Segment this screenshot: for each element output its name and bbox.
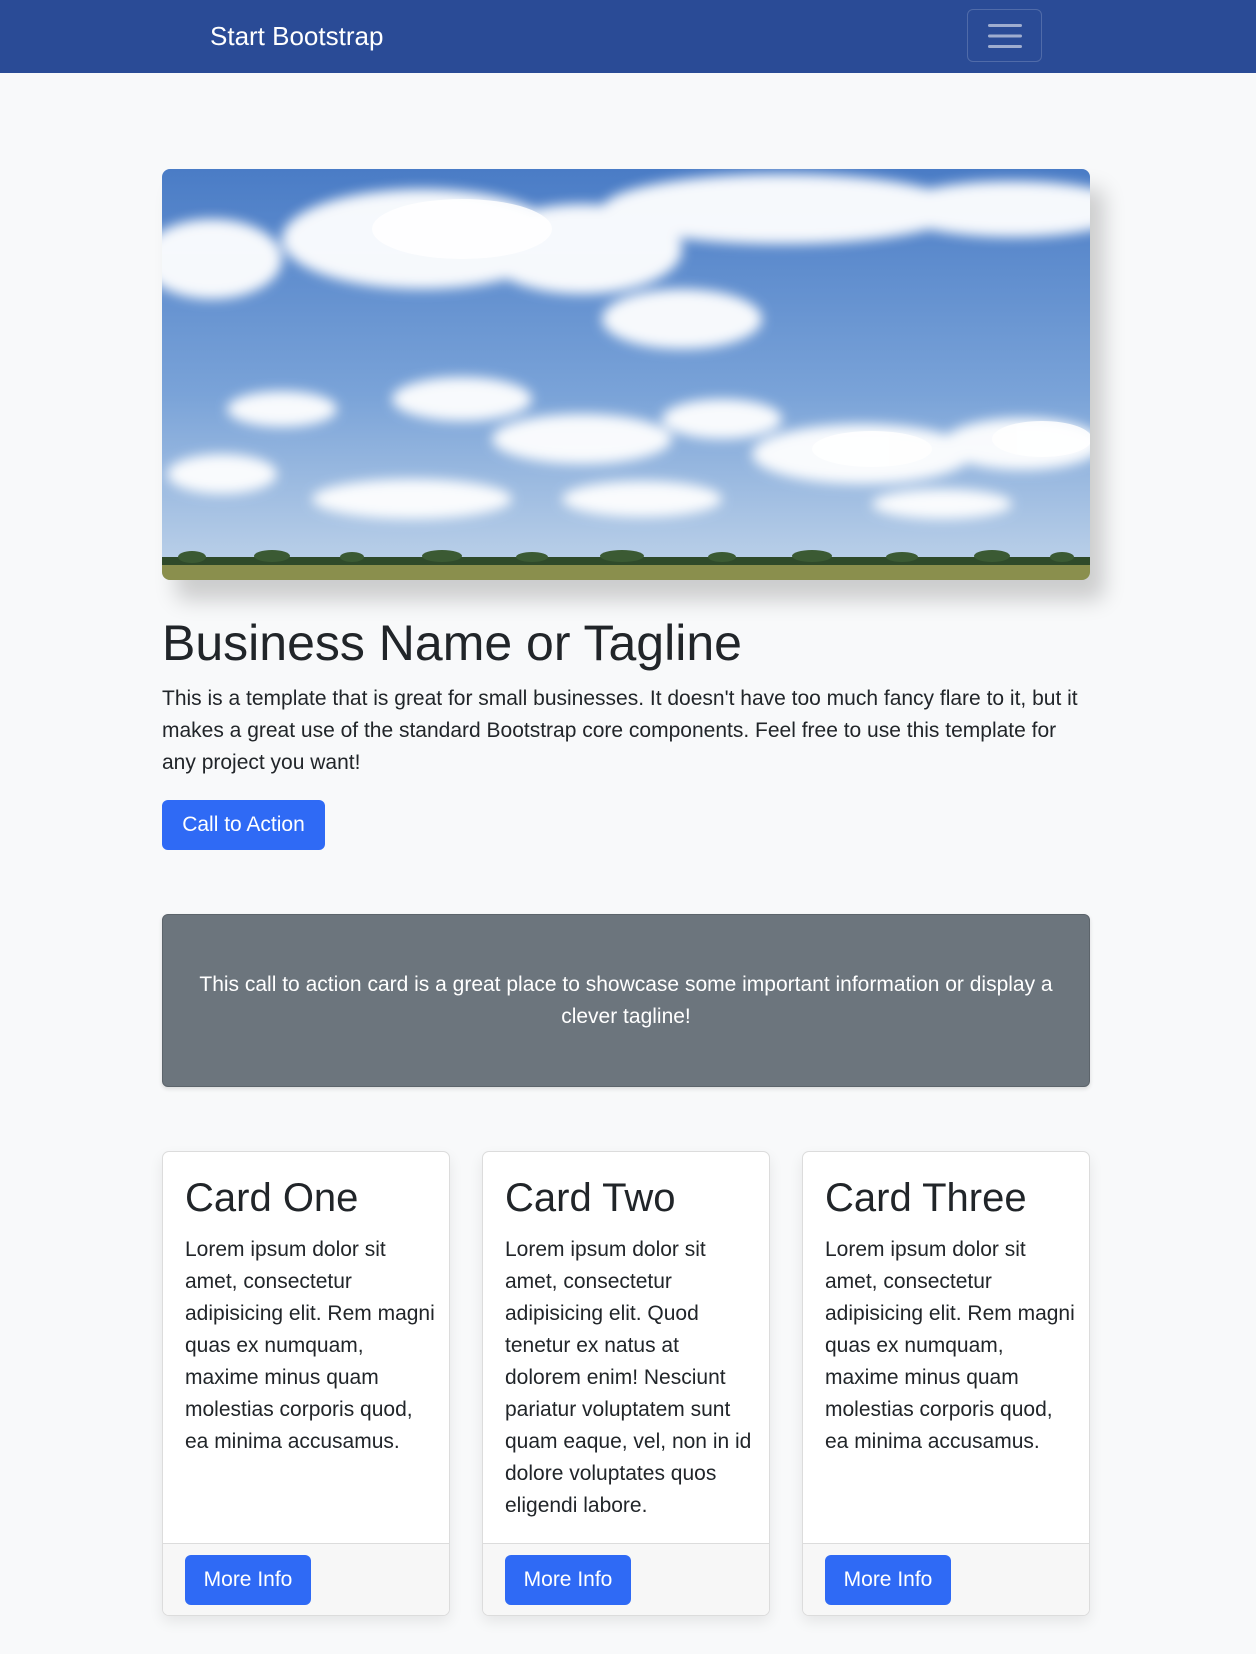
call-to-action-card: This call to action card is a great plac… [162, 914, 1090, 1087]
card-title: Card One [185, 1176, 359, 1220]
lead-text: This is a template that is great for sma… [162, 687, 1078, 774]
card-three: Card Three Lorem ipsum dolor sit amet, c… [802, 1151, 1090, 1616]
more-info-button[interactable]: More Info [825, 1555, 951, 1605]
card-text: Lorem ipsum dolor sit amet, consectetur … [505, 1238, 752, 1517]
navbar-brand[interactable]: Start Bootstrap [210, 20, 383, 52]
navbar: Start Bootstrap [0, 0, 1256, 73]
hamburger-menu-icon [988, 24, 1022, 48]
call-to-action-button[interactable]: Call to Action [162, 800, 325, 850]
more-info-button[interactable]: More Info [185, 1555, 311, 1605]
card-two: Card Two Lorem ipsum dolor sit amet, con… [482, 1151, 770, 1616]
card-title: Card Two [505, 1176, 676, 1220]
call-to-action-text: This call to action card is a great plac… [199, 973, 1053, 1028]
card-text: Lorem ipsum dolor sit amet, consectetur … [825, 1238, 1075, 1453]
card-text: Lorem ipsum dolor sit amet, consectetur … [185, 1238, 435, 1453]
more-info-button[interactable]: More Info [505, 1555, 631, 1605]
card-footer: More Info [163, 1543, 449, 1615]
hero-image [162, 169, 1090, 580]
card-footer: More Info [803, 1543, 1089, 1615]
page-title: Business Name or Tagline [162, 615, 742, 671]
card-footer: More Info [483, 1543, 769, 1615]
navbar-toggler-button[interactable] [967, 9, 1042, 62]
card-title: Card Three [825, 1176, 1027, 1220]
card-one: Card One Lorem ipsum dolor sit amet, con… [162, 1151, 450, 1616]
